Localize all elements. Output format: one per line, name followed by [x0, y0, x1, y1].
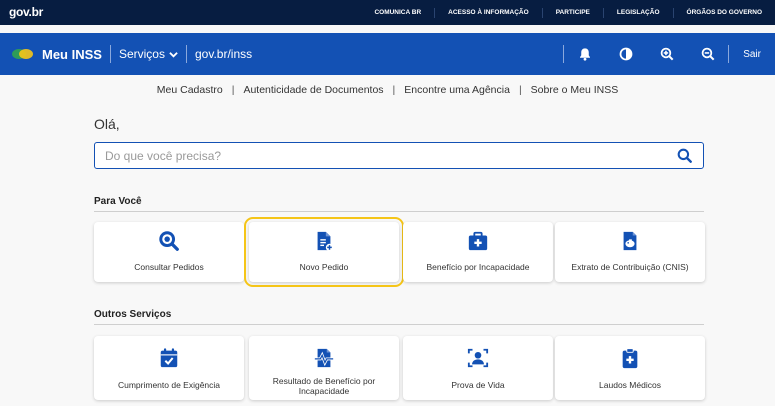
- zoom-in-icon: [660, 47, 674, 61]
- logout-button[interactable]: Sair: [729, 49, 775, 60]
- clipboard-medical-icon: [622, 348, 638, 369]
- card-resultado-beneficio[interactable]: Resultado de Benefício por Incapacidade: [249, 336, 399, 400]
- zoom-out-button[interactable]: [687, 33, 728, 75]
- chevron-down-icon: [169, 51, 178, 58]
- site-url[interactable]: gov.br/inss: [195, 47, 252, 61]
- search-icon: [677, 148, 692, 163]
- new-document-icon: [317, 231, 334, 252]
- secondary-nav: Meu Cadastro | Autenticidade de Document…: [0, 80, 775, 100]
- nav-sobre-meu-inss[interactable]: Sobre o Meu INSS: [531, 84, 619, 96]
- header-divider: [185, 45, 187, 63]
- contrast-icon: [619, 47, 633, 61]
- card-consultar-pedidos[interactable]: Consultar Pedidos: [94, 222, 244, 282]
- govbr-links: COMUNICA BR ACESSO À INFORMAÇÃO PARTICIP…: [361, 0, 775, 25]
- card-label: Cumprimento de Exigência: [117, 380, 221, 390]
- search-input[interactable]: [95, 143, 665, 168]
- header-divider: [109, 45, 111, 63]
- card-label: Prova de Vida: [451, 380, 505, 390]
- calendar-check-icon: [160, 348, 178, 368]
- card-laudos-medicos[interactable]: Laudos Médicos: [555, 336, 705, 400]
- brand-name[interactable]: Meu INSS: [42, 47, 102, 62]
- card-cumprimento-exigencia[interactable]: Cumprimento de Exigência: [94, 336, 244, 400]
- card-label: Resultado de Benefício por Incapacidade: [272, 376, 376, 396]
- section-title-outros-servicos: Outros Serviços: [94, 309, 172, 320]
- card-prova-de-vida[interactable]: Prova de Vida: [403, 336, 553, 400]
- section-divider: [94, 211, 704, 212]
- card-extrato-cnis[interactable]: Extrato de Contribuição (CNIS): [555, 222, 705, 282]
- section-divider: [94, 324, 704, 325]
- section-title-para-voce: Para Você: [94, 196, 142, 207]
- govbr-link-legislacao[interactable]: LEGISLAÇÃO: [602, 7, 673, 18]
- card-beneficio-incapacidade[interactable]: Benefício por Incapacidade: [403, 222, 553, 282]
- card-label: Benefício por Incapacidade: [426, 262, 530, 272]
- face-scan-icon: [467, 348, 489, 368]
- govbr-link-acesso-informacao[interactable]: ACESSO À INFORMAÇÃO: [434, 7, 542, 18]
- govbr-logo[interactable]: gov.br: [9, 5, 43, 19]
- govbr-link-orgaos[interactable]: ÓRGÃOS DO GOVERNO: [672, 7, 775, 18]
- card-label: Novo Pedido: [299, 262, 349, 272]
- card-label: Consultar Pedidos: [134, 262, 204, 272]
- header-left: Meu INSS Serviços gov.br/inss: [12, 33, 252, 75]
- nav-meu-cadastro[interactable]: Meu Cadastro: [157, 84, 223, 96]
- search-icon: [159, 231, 179, 251]
- heartbeat-document-icon: [314, 348, 334, 368]
- bell-icon: [579, 48, 590, 61]
- govbr-link-participe[interactable]: PARTICIPE: [541, 7, 603, 18]
- nav-separator: |: [231, 84, 235, 96]
- nav-encontre-agencia[interactable]: Encontre uma Agência: [404, 84, 510, 96]
- search-box: [94, 142, 704, 169]
- medical-kit-icon: [468, 231, 488, 251]
- services-menu-button[interactable]: Serviços: [119, 47, 178, 61]
- card-label: Laudos Médicos: [599, 380, 661, 390]
- greeting: Olá,: [94, 116, 120, 132]
- card-label: Extrato de Contribuição (CNIS): [571, 262, 689, 272]
- contrast-button[interactable]: [605, 33, 646, 75]
- govbr-link-comunica[interactable]: COMUNICA BR: [361, 8, 434, 18]
- app-header: Meu INSS Serviços gov.br/inss Sair: [0, 33, 775, 75]
- notifications-button[interactable]: [564, 33, 605, 75]
- zoom-in-button[interactable]: [646, 33, 687, 75]
- nav-autenticidade-documentos[interactable]: Autenticidade de Documentos: [243, 84, 383, 96]
- nav-separator: |: [392, 84, 396, 96]
- piggy-bank-document-icon: [623, 231, 637, 251]
- search-button[interactable]: [665, 143, 703, 168]
- services-menu-label: Serviços: [118, 47, 165, 61]
- zoom-out-icon: [701, 47, 715, 61]
- inss-logo-icon: [12, 47, 34, 61]
- header-tools: Sair: [563, 33, 775, 75]
- nav-separator: |: [518, 84, 522, 96]
- card-novo-pedido[interactable]: Novo Pedido: [244, 217, 404, 287]
- govbr-top-bar: gov.br COMUNICA BR ACESSO À INFORMAÇÃO P…: [0, 0, 775, 25]
